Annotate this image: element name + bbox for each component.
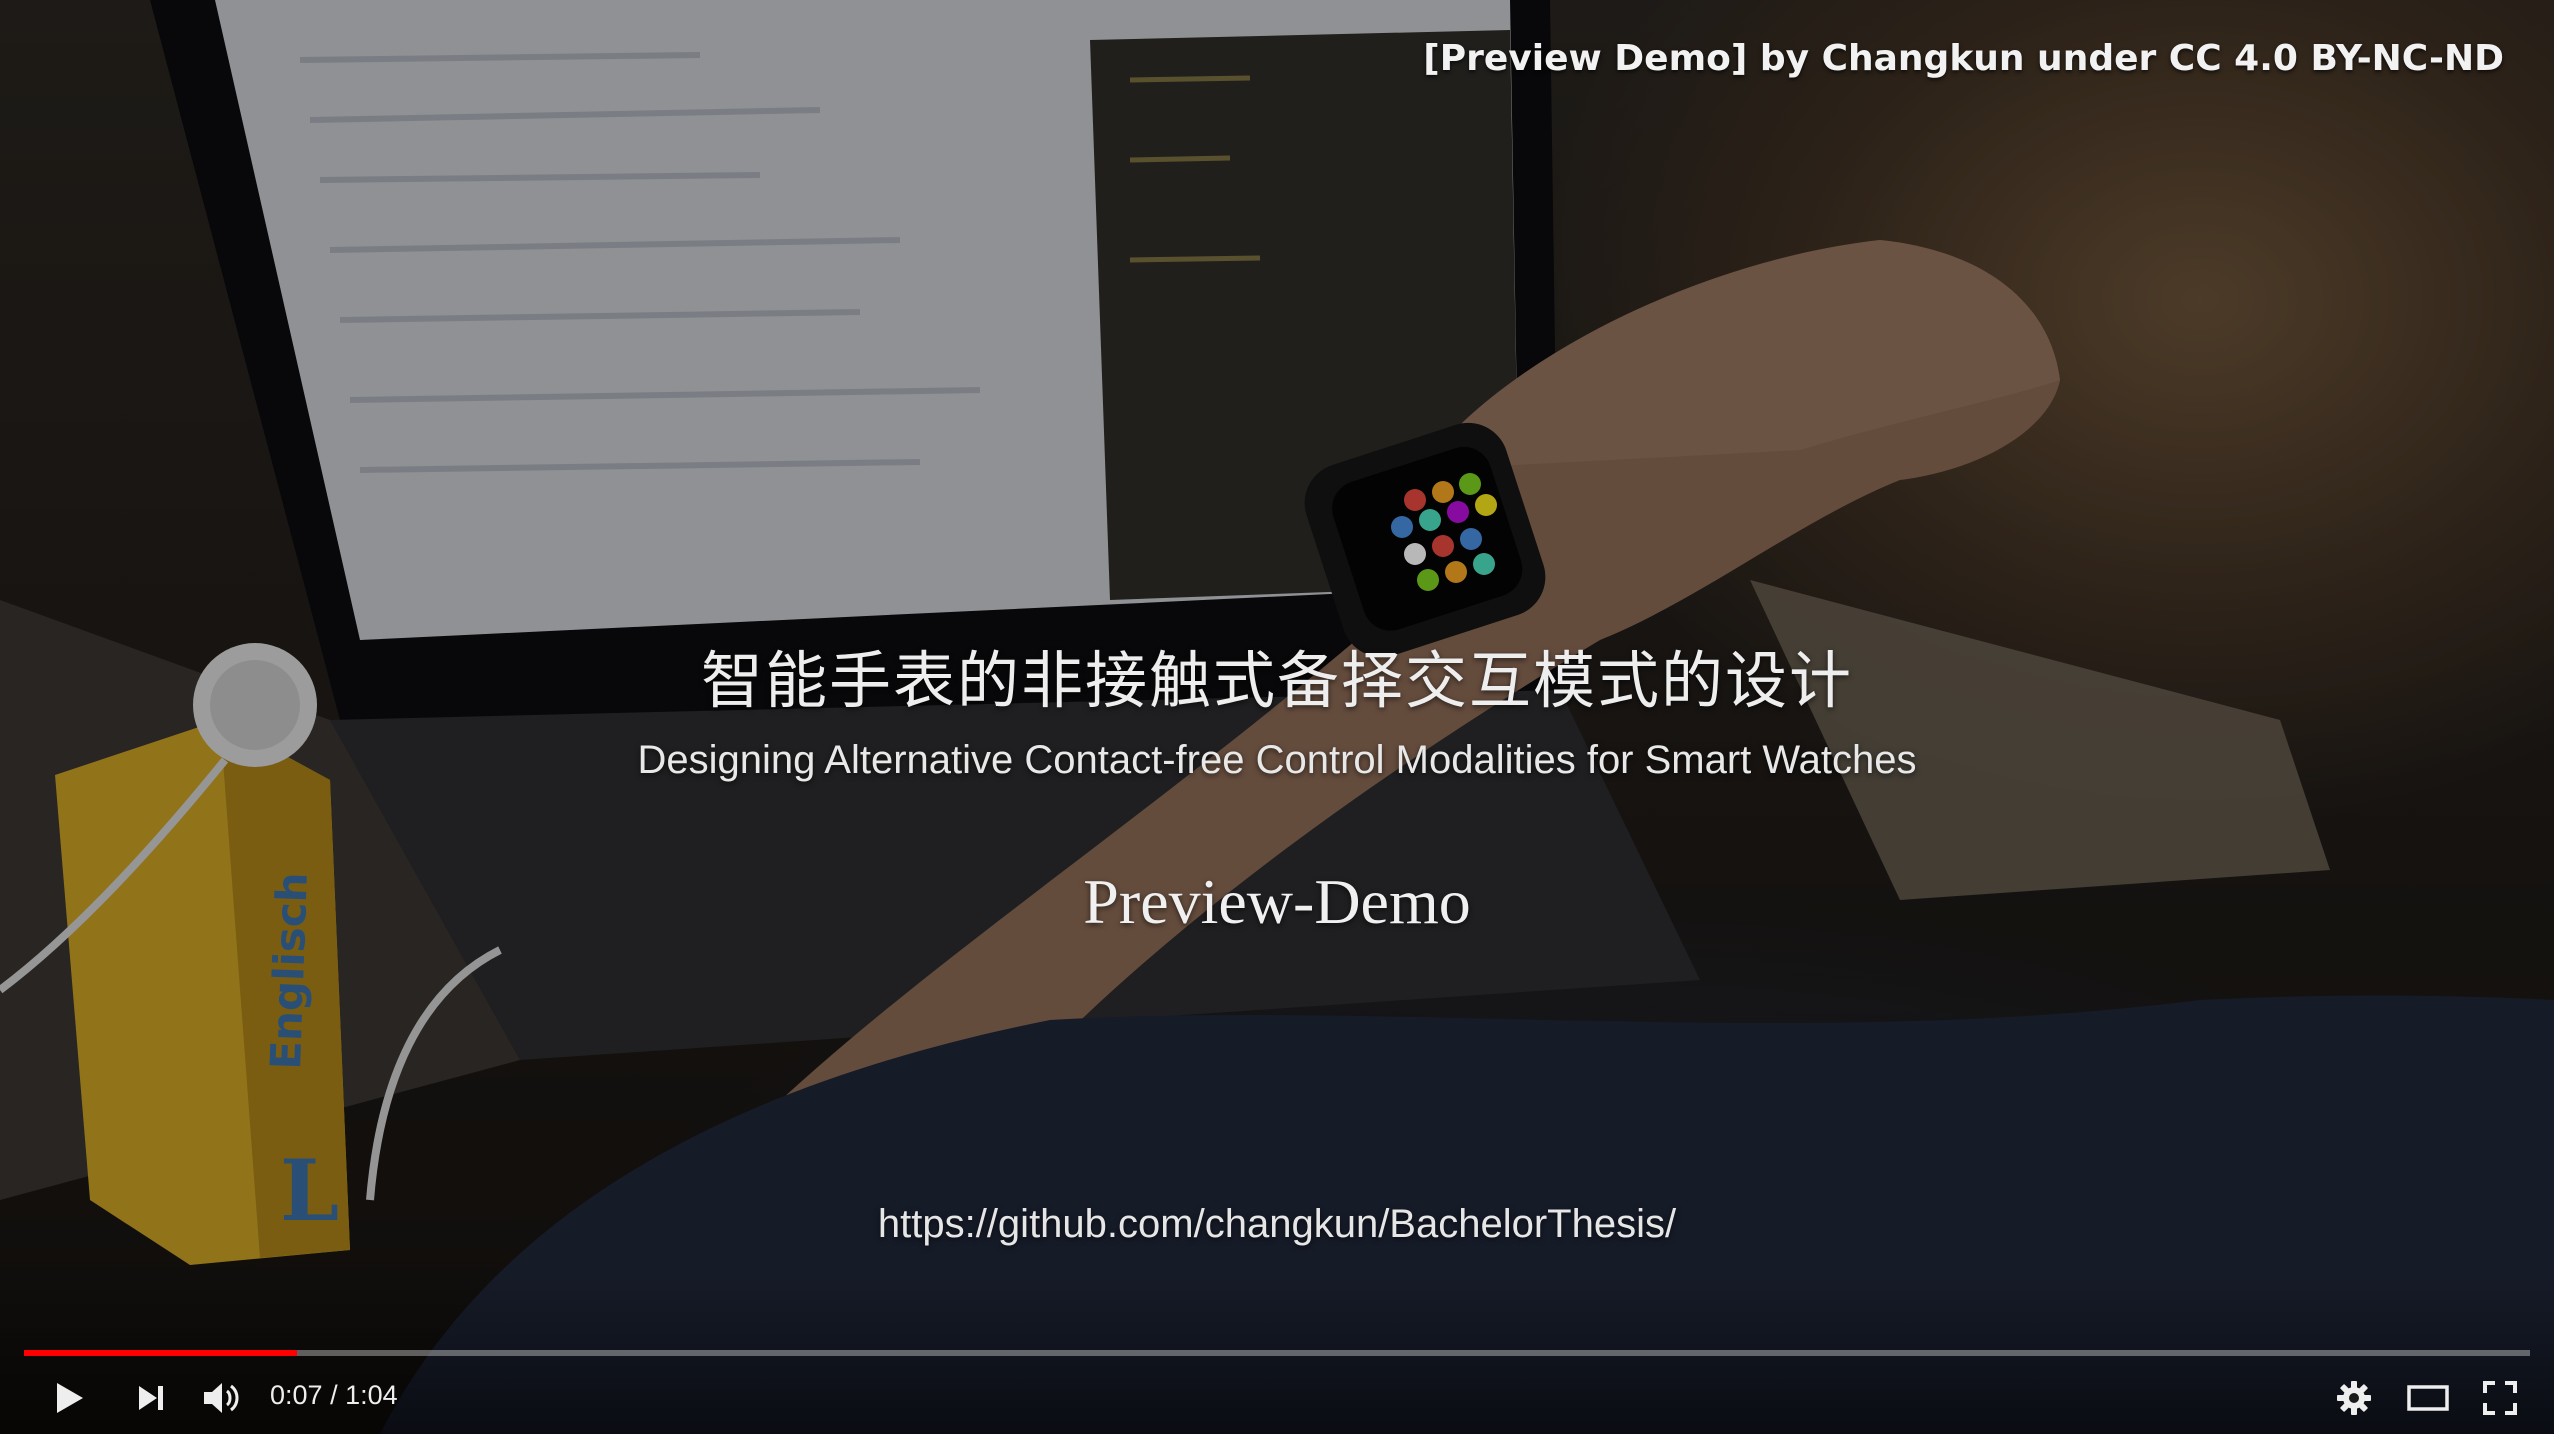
- theater-mode-icon: [2407, 1385, 2449, 1411]
- video-title-preview: Preview-Demo: [1083, 866, 1471, 937]
- current-time: 0:07: [270, 1380, 323, 1410]
- time-separator: /: [322, 1380, 346, 1410]
- volume-button[interactable]: [190, 1370, 254, 1426]
- gear-icon: [2337, 1381, 2371, 1415]
- video-url: https://github.com/changkun/BachelorThes…: [877, 1202, 1677, 1246]
- progress-bar[interactable]: [24, 1350, 2530, 1356]
- progress-played: [24, 1350, 298, 1356]
- play-icon: [57, 1383, 83, 1413]
- time-display: 0:07 / 1:04: [270, 1380, 398, 1411]
- next-icon: [139, 1386, 163, 1410]
- video-title-english: Designing Alternative Contact-free Contr…: [637, 738, 1917, 782]
- next-button[interactable]: [118, 1370, 182, 1426]
- video-title-chinese: 智能手表的非接触式备择交互模式的设计: [700, 644, 1853, 717]
- fullscreen-button[interactable]: [2468, 1370, 2532, 1426]
- fullscreen-icon: [2483, 1381, 2517, 1415]
- video-player[interactable]: Englisch L [Preview Demo] by Changkun un…: [0, 0, 2554, 1434]
- duration: 1:04: [345, 1380, 398, 1410]
- theater-mode-button[interactable]: [2396, 1370, 2460, 1426]
- settings-button[interactable]: [2322, 1370, 2386, 1426]
- video-frame[interactable]: Englisch L [Preview Demo] by Changkun un…: [0, 0, 2554, 1434]
- video-credit: [Preview Demo] by Changkun under CC 4.0 …: [1423, 38, 2504, 79]
- volume-icon: [204, 1383, 239, 1413]
- play-button[interactable]: [36, 1370, 100, 1426]
